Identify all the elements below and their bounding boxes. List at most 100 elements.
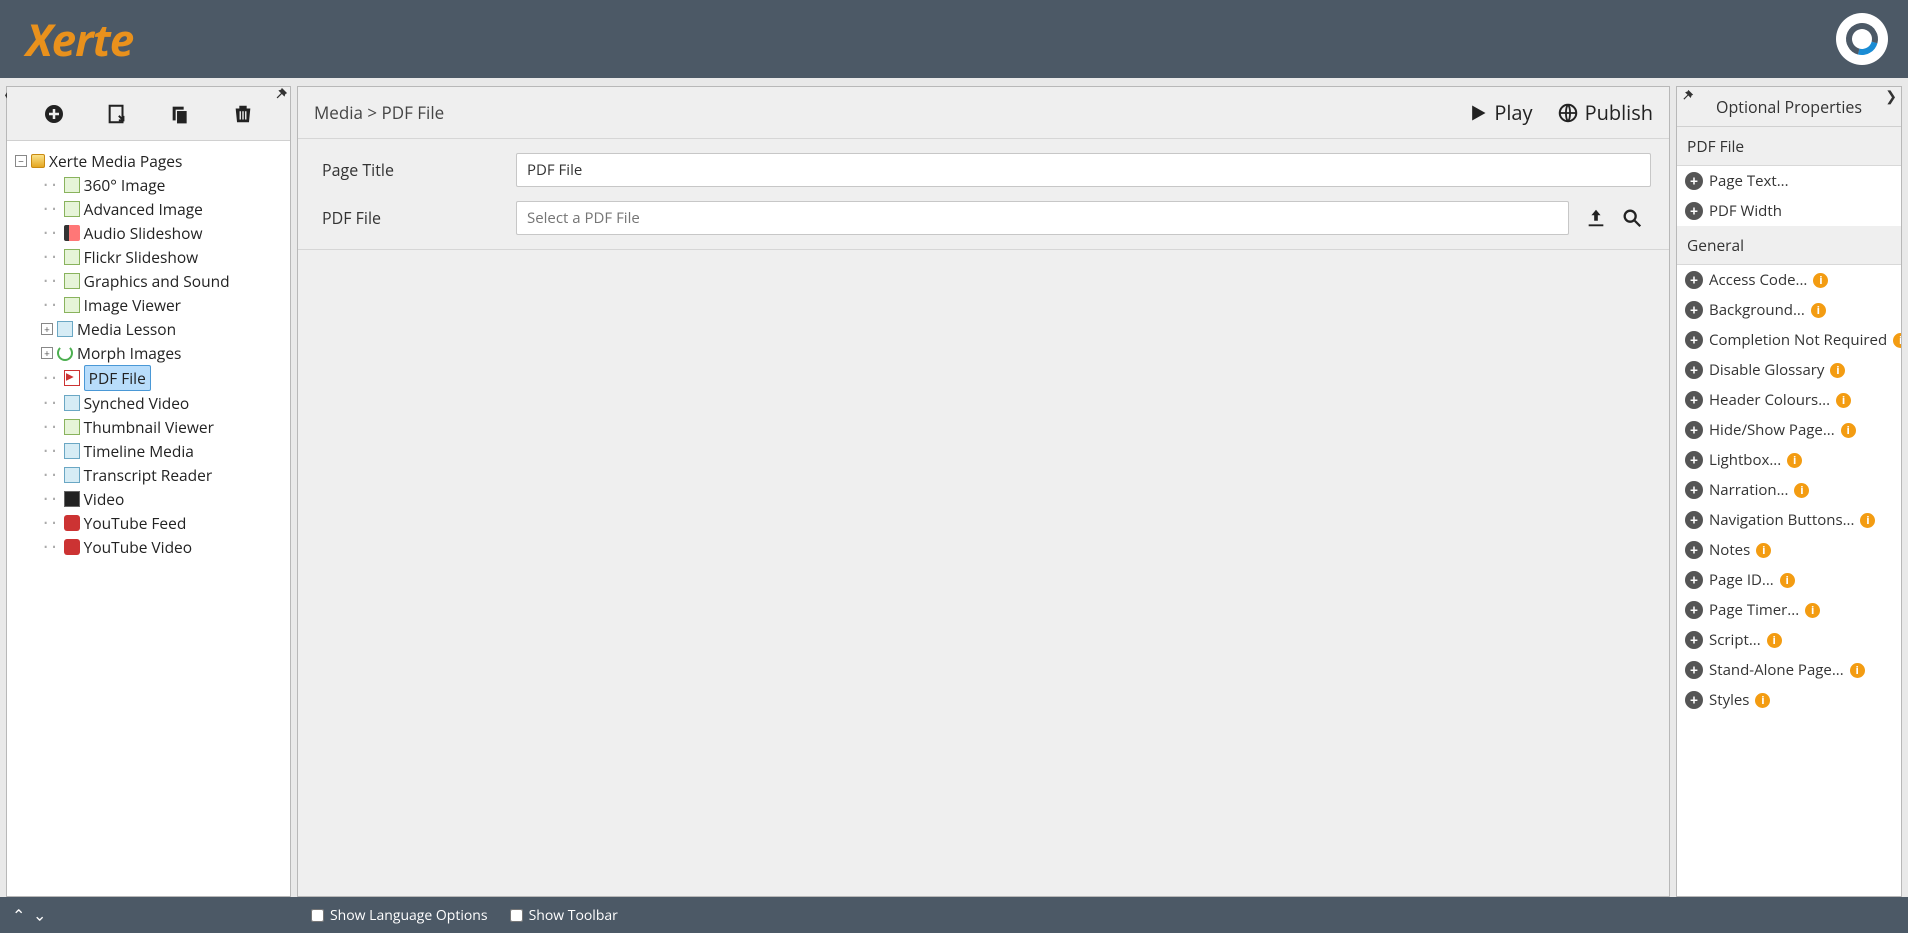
optional-title: Optional Properties [1716,96,1862,118]
optional-property[interactable]: +Stylesi [1677,685,1901,715]
info-icon[interactable]: i [1755,693,1770,708]
plus-circle-icon: + [1685,391,1703,409]
optional-section-title: General [1677,226,1901,265]
info-icon[interactable]: i [1893,333,1901,348]
optional-property-label: Narration... [1709,480,1788,500]
plus-circle-icon: + [1685,601,1703,619]
plus-circle-icon: + [1685,541,1703,559]
tree-item[interactable]: ··Graphics and Sound [41,269,284,293]
optional-property[interactable]: +Access Code...i [1677,265,1901,295]
optional-property[interactable]: +Narration...i [1677,475,1901,505]
tree-item-label: Audio Slideshow [84,221,203,245]
tree-connector: ·· [41,415,58,439]
page-title-input[interactable] [516,153,1651,187]
img-icon [64,297,80,313]
tree-item[interactable]: ··Synched Video [41,391,284,415]
show-toolbar-input[interactable] [510,909,523,922]
pin-icon[interactable] [274,87,288,101]
info-icon[interactable]: i [1780,573,1795,588]
copy-button[interactable] [164,98,196,130]
optional-property[interactable]: +Page Text... [1677,166,1901,196]
tree-item[interactable]: ··Audio Slideshow [41,221,284,245]
optional-property[interactable]: +Stand-Alone Page...i [1677,655,1901,685]
info-icon[interactable]: i [1836,393,1851,408]
chevron-down-icon[interactable]: ⌃ [33,904,46,926]
info-icon[interactable]: i [1794,483,1809,498]
pdf-file-row: PDF File [316,201,1651,235]
tree-item[interactable]: +Media Lesson [41,317,284,341]
expand-toggle-icon[interactable]: + [41,347,53,359]
optional-property[interactable]: +Navigation Buttons...i [1677,505,1901,535]
tree-item-label: Morph Images [77,341,181,365]
play-icon [1468,103,1488,123]
pdf-file-input[interactable] [516,201,1569,235]
expand-toggle-icon[interactable]: + [41,323,53,335]
tree-item[interactable]: ··Transcript Reader [41,463,284,487]
tree-item[interactable]: ··YouTube Video [41,535,284,559]
tree-item[interactable]: ··PDF File [41,365,284,391]
optional-property-label: Navigation Buttons... [1709,510,1854,530]
optional-property[interactable]: +Background...i [1677,295,1901,325]
tree-item[interactable]: ··YouTube Feed [41,511,284,535]
chevron-up-icon[interactable]: ⌃ [12,904,25,926]
show-language-input[interactable] [311,909,324,922]
info-icon[interactable]: i [1767,633,1782,648]
collapse-toggle-icon[interactable]: − [15,155,27,167]
insert-button[interactable] [101,98,133,130]
upload-icon[interactable] [1585,207,1607,229]
tree-item[interactable]: ··Timeline Media [41,439,284,463]
footer-options: Show Language Options Show Toolbar [291,906,618,925]
info-icon[interactable]: i [1756,543,1771,558]
tree-connector: ·· [41,535,58,559]
info-icon[interactable]: i [1813,273,1828,288]
search-icon[interactable] [1621,207,1643,229]
tree-item[interactable]: ··Flickr Slideshow [41,245,284,269]
optional-property[interactable]: +Notesi [1677,535,1901,565]
video-icon [64,491,80,507]
tree-connector: ·· [41,463,58,487]
breadcrumb: Media > PDF File [314,101,444,124]
tree-connector: ·· [41,487,58,511]
tree-item[interactable]: ··360° Image [41,173,284,197]
tree-item[interactable]: ··Image Viewer [41,293,284,317]
info-icon[interactable]: i [1830,363,1845,378]
optional-section-title: PDF File [1677,127,1901,166]
collapse-right-icon[interactable]: ❯ [1885,87,1897,106]
info-icon[interactable]: i [1860,513,1875,528]
add-button[interactable] [38,98,70,130]
optional-property[interactable]: +Disable Glossaryi [1677,355,1901,385]
show-language-checkbox[interactable]: Show Language Options [311,906,488,925]
show-toolbar-checkbox[interactable]: Show Toolbar [510,906,618,925]
optional-property[interactable]: +Page Timer...i [1677,595,1901,625]
optional-property[interactable]: +Hide/Show Page...i [1677,415,1901,445]
publish-button[interactable]: Publish [1557,99,1653,126]
editor-actions: Play Publish [1468,99,1653,126]
page-tree[interactable]: − Xerte Media Pages ··360° Image··Advanc… [7,141,290,896]
optional-property[interactable]: +Script...i [1677,625,1901,655]
info-icon[interactable]: i [1850,663,1865,678]
tree-item[interactable]: + Morph Images [41,341,284,365]
tree-item[interactable]: ··Advanced Image [41,197,284,221]
plus-circle-icon: + [1685,271,1703,289]
optional-property[interactable]: +Page ID...i [1677,565,1901,595]
info-icon[interactable]: i [1787,453,1802,468]
play-button[interactable]: Play [1468,99,1532,126]
optional-property[interactable]: +PDF Width [1677,196,1901,226]
footer-bar: ⌃ ⌃ Show Language Options Show Toolbar [0,897,1908,933]
img-icon [64,249,80,265]
info-icon[interactable]: i [1841,423,1856,438]
info-icon[interactable]: i [1811,303,1826,318]
info-icon[interactable]: i [1805,603,1820,618]
optional-body[interactable]: PDF File+Page Text...+PDF WidthGeneral+A… [1677,127,1901,896]
tree-item[interactable]: ··Video [41,487,284,511]
optional-property[interactable]: +Lightbox...i [1677,445,1901,475]
tree-item[interactable]: ·· Thumbnail Viewer [41,415,284,439]
delete-button[interactable] [227,98,259,130]
tree-root[interactable]: − Xerte Media Pages [15,149,284,173]
optional-property[interactable]: +Header Colours...i [1677,385,1901,415]
main-layout: ❮ − Xerte Media Pages [0,78,1908,897]
optional-property[interactable]: +Completion Not Requiredi [1677,325,1901,355]
tree-item-label: Thumbnail Viewer [84,415,214,439]
img-icon [64,177,80,193]
pin-icon[interactable] [1681,89,1694,102]
